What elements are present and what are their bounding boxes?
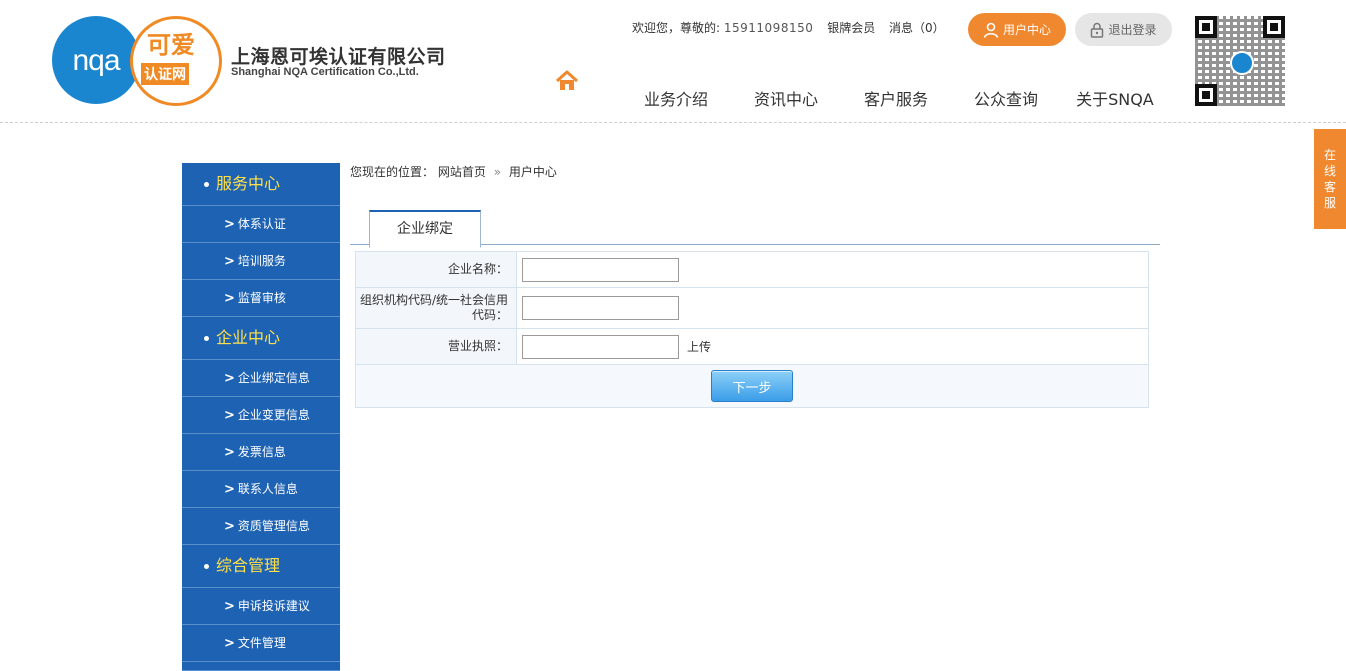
sidebar-item-label: 发票信息 xyxy=(237,445,286,459)
form-row-org-code: 组织机构代码/统一社会信用代码： xyxy=(356,288,1148,329)
breadcrumb-current: 用户中心 xyxy=(508,165,557,179)
sidebar-item-system-certification[interactable]: > 体系认证 xyxy=(182,206,340,243)
sidebar-item-file-management[interactable]: > 文件管理 xyxy=(182,625,340,662)
main-nav: 业务介绍 资讯中心 客户服务 公众查询 关于SNQA xyxy=(622,86,1154,110)
sidebar-item-label: 资质管理信息 xyxy=(237,519,310,533)
logout-label: 退出登录 xyxy=(1108,23,1157,37)
sidebar-item-label: 文件管理 xyxy=(237,636,286,650)
user-phone: 15911098150 xyxy=(723,21,814,35)
bullet-icon xyxy=(204,182,209,187)
license-label: 营业执照： xyxy=(356,329,517,364)
form-row-company-name: 企业名称： xyxy=(356,252,1148,288)
breadcrumb-prefix: 您现在的位置： xyxy=(350,165,435,179)
sidebar-item-label: 企业变更信息 xyxy=(237,408,310,422)
logo-renzheng-text: 认证网 xyxy=(141,63,189,85)
bullet-icon xyxy=(204,564,209,569)
binding-form: 企业名称： 组织机构代码/统一社会信用代码： 营业执照： 上传 下一步 xyxy=(355,251,1149,408)
messages-link[interactable]: 消息（0） xyxy=(889,21,945,35)
sidebar-section-label: 服务中心 xyxy=(216,174,281,193)
form-row-license: 营业执照： 上传 xyxy=(356,329,1148,365)
user-icon xyxy=(983,22,999,38)
qr-finder-top-left xyxy=(1195,16,1217,38)
sidebar-item-invoice-info[interactable]: > 发票信息 xyxy=(182,434,340,471)
sidebar-item-complaints[interactable]: > 申诉投诉建议 xyxy=(182,588,340,625)
sidebar-section-service[interactable]: 服务中心 xyxy=(182,163,340,206)
online-service-char: 服 xyxy=(1323,196,1336,210)
nqa-logo[interactable]: nqa xyxy=(52,16,140,104)
welcome-bar: 欢迎您，尊敬的: 15911098150 银牌会员 消息（0） xyxy=(632,19,945,36)
company-name-input[interactable] xyxy=(522,257,679,282)
sidebar-item-training[interactable]: > 培训服务 xyxy=(182,243,340,280)
upload-link[interactable]: 上传 xyxy=(687,338,711,355)
nav-about[interactable]: 关于SNQA xyxy=(1076,86,1154,110)
next-step-button[interactable]: 下一步 xyxy=(711,370,793,402)
online-service-tab[interactable]: 在 线 客 服 xyxy=(1314,129,1346,229)
logo-keai-text: 可爱 xyxy=(147,31,195,59)
chevron-right-icon: > xyxy=(224,291,235,306)
nav-news[interactable]: 资讯中心 xyxy=(754,86,818,110)
chevron-right-icon: > xyxy=(224,217,235,232)
org-code-input[interactable] xyxy=(522,296,679,320)
chevron-right-icon: > xyxy=(224,408,235,423)
logout-button[interactable]: 退出登录 xyxy=(1075,13,1172,46)
nav-business[interactable]: 业务介绍 xyxy=(644,86,708,110)
chevron-right-icon: > xyxy=(224,371,235,386)
sidebar-section-label: 企业中心 xyxy=(216,328,281,347)
sidebar-item-qualification-info[interactable]: > 资质管理信息 xyxy=(182,508,340,545)
qr-finder-bottom-left xyxy=(1195,84,1217,106)
sidebar-section-label: 综合管理 xyxy=(216,556,281,575)
company-name-cn: 上海恩可埃认证有限公司 xyxy=(231,46,446,68)
form-submit-row: 下一步 xyxy=(356,365,1148,407)
breadcrumb: 您现在的位置： 网站首页 » 用户中心 xyxy=(350,163,557,180)
chevron-right-icon: > xyxy=(224,636,235,651)
bullet-icon xyxy=(204,336,209,341)
sidebar-item-label: 监督审核 xyxy=(237,291,286,305)
qr-finder-top-right xyxy=(1263,16,1285,38)
keai-logo[interactable]: 可爱 认证网 xyxy=(130,16,222,106)
org-code-label: 组织机构代码/统一社会信用代码： xyxy=(356,288,517,328)
online-service-char: 线 xyxy=(1323,164,1336,178)
user-center-label: 用户中心 xyxy=(1002,23,1051,37)
sidebar-item-label: 联系人信息 xyxy=(237,482,298,496)
sidebar-item-change-info[interactable]: > 企业变更信息 xyxy=(182,397,340,434)
company-name-en: Shanghai NQA Certification Co.,Ltd. xyxy=(231,66,419,78)
sidebar-item-label: 培训服务 xyxy=(237,254,286,268)
license-input[interactable] xyxy=(522,334,679,359)
user-center-button[interactable]: 用户中心 xyxy=(968,13,1066,46)
member-level: 银牌会员 xyxy=(827,21,876,35)
nav-customer-service[interactable]: 客户服务 xyxy=(864,86,928,110)
breadcrumb-separator: » xyxy=(493,165,502,179)
company-name-label: 企业名称： xyxy=(356,252,517,287)
nav-public-query[interactable]: 公众查询 xyxy=(974,86,1038,110)
site-header: nqa 可爱 认证网 上海恩可埃认证有限公司 Shanghai NQA Cert… xyxy=(0,0,1346,123)
sidebar-item-label: 申诉投诉建议 xyxy=(237,599,310,613)
lock-icon xyxy=(1091,22,1104,38)
sidebar-item-label: 企业绑定信息 xyxy=(237,371,310,385)
chevron-right-icon: > xyxy=(224,599,235,614)
sidebar-item-label: 体系认证 xyxy=(237,217,286,231)
chevron-right-icon: > xyxy=(224,445,235,460)
sidebar-item-binding-info[interactable]: > 企业绑定信息 xyxy=(182,360,340,397)
sidebar-section-management[interactable]: 综合管理 xyxy=(182,545,340,588)
qr-center-logo xyxy=(1230,51,1254,75)
sidebar: 服务中心 > 体系认证 > 培训服务 > 监督审核 企业中心 > 企业绑定信息 > 企业变… xyxy=(182,163,340,671)
online-service-char: 在 xyxy=(1323,148,1336,162)
chevron-right-icon: > xyxy=(224,519,235,534)
sidebar-section-enterprise[interactable]: 企业中心 xyxy=(182,317,340,360)
breadcrumb-home[interactable]: 网站首页 xyxy=(438,165,486,179)
logo-nqa-text: nqa xyxy=(72,44,120,77)
home-icon[interactable] xyxy=(555,70,579,92)
qr-code xyxy=(1195,16,1285,106)
tab-enterprise-binding[interactable]: 企业绑定 xyxy=(369,210,481,248)
sidebar-item-overflow xyxy=(182,662,340,671)
online-service-char: 客 xyxy=(1323,180,1336,194)
chevron-right-icon: > xyxy=(224,254,235,269)
chevron-right-icon: > xyxy=(224,482,235,497)
welcome-text: 欢迎您，尊敬的: xyxy=(632,21,721,35)
sidebar-item-contact-info[interactable]: > 联系人信息 xyxy=(182,471,340,508)
sidebar-item-supervision-audit[interactable]: > 监督审核 xyxy=(182,280,340,317)
